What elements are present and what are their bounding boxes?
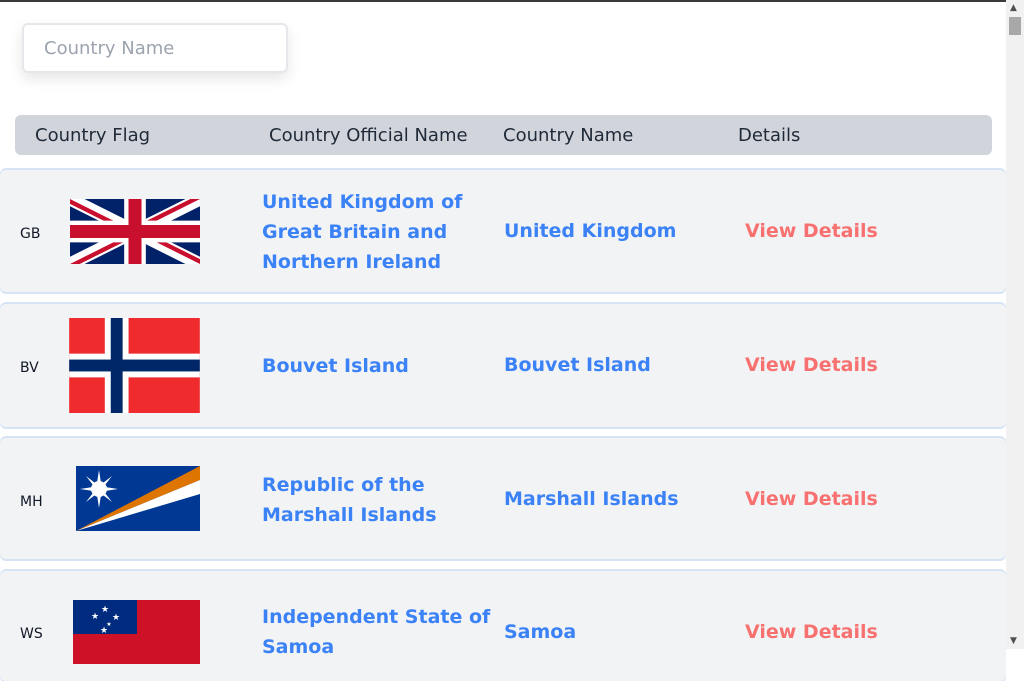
country-search-input[interactable] bbox=[24, 25, 286, 71]
marshall-islands-flag-icon bbox=[76, 466, 200, 531]
scroll-thumb[interactable] bbox=[1009, 17, 1021, 35]
view-details-link[interactable]: View Details bbox=[745, 220, 878, 242]
official-name-link[interactable]: Independent State of Samoa bbox=[262, 602, 507, 662]
country-name-link[interactable]: Marshall Islands bbox=[504, 488, 679, 510]
country-code: WS bbox=[20, 626, 43, 642]
table-row: MH Republic of the Marshall Islands Mars… bbox=[0, 438, 1006, 559]
svg-text:★: ★ bbox=[91, 612, 99, 622]
table-row: GB United Kingdom of Great Britain and N… bbox=[0, 170, 1006, 292]
official-name-link[interactable]: Republic of the Marshall Islands bbox=[262, 470, 507, 530]
header-country-name: Country Name bbox=[503, 125, 634, 146]
country-code: MH bbox=[20, 494, 43, 510]
table-row: WS ★ ★ ★ ★ ★ Independent State of Samoa … bbox=[0, 571, 1006, 681]
scroll-up-arrow-icon[interactable]: ▲ bbox=[1010, 3, 1017, 13]
uk-flag-icon bbox=[70, 199, 200, 264]
samoa-flag-icon: ★ ★ ★ ★ ★ bbox=[73, 600, 200, 664]
view-details-link[interactable]: View Details bbox=[745, 488, 878, 510]
svg-text:★: ★ bbox=[101, 605, 109, 615]
header-country-flag: Country Flag bbox=[35, 125, 151, 146]
country-name-link[interactable]: United Kingdom bbox=[504, 220, 676, 242]
view-details-link[interactable]: View Details bbox=[745, 354, 878, 376]
header-official-name: Country Official Name bbox=[269, 125, 468, 146]
search-box[interactable] bbox=[22, 23, 288, 73]
vertical-scrollbar[interactable]: ▲ ▼ bbox=[1006, 0, 1024, 649]
view-details-link[interactable]: View Details bbox=[745, 621, 878, 643]
window-top-border bbox=[0, 0, 1024, 2]
table-header: Country Flag Country Official Name Count… bbox=[15, 115, 992, 155]
scroll-down-arrow-icon[interactable]: ▼ bbox=[1010, 636, 1017, 646]
country-name-link[interactable]: Bouvet Island bbox=[504, 354, 651, 376]
table-row: BV Bouvet Island Bouvet Island View Deta… bbox=[0, 304, 1006, 427]
country-code: GB bbox=[20, 226, 41, 242]
country-code: BV bbox=[20, 360, 39, 376]
svg-text:★: ★ bbox=[112, 613, 120, 623]
official-name-link[interactable]: United Kingdom of Great Britain and Nort… bbox=[262, 187, 507, 277]
norway-flag-icon bbox=[69, 318, 200, 413]
country-name-link[interactable]: Samoa bbox=[504, 621, 576, 643]
official-name-link[interactable]: Bouvet Island bbox=[262, 351, 507, 381]
header-details: Details bbox=[738, 125, 801, 146]
svg-text:★: ★ bbox=[100, 626, 108, 636]
